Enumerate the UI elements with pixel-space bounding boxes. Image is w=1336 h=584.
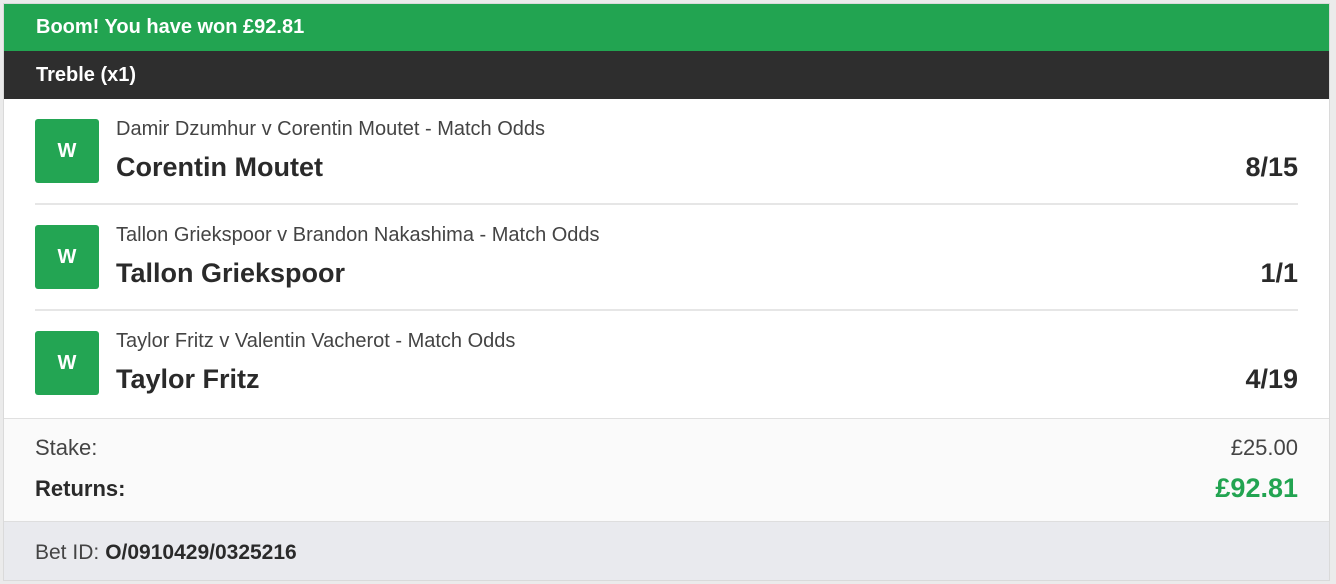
leg-market: Damir Dzumhur v Corentin Moutet - Match … [116, 118, 546, 140]
leg-odds: 8/15 [1245, 152, 1298, 182]
leg-odds: 1/1 [1260, 258, 1298, 288]
leg-market: Tallon Griekspoor v Brandon Nakashima - … [116, 224, 600, 246]
bet-type-label: Treble (x1) [36, 63, 137, 86]
win-result-badge: W [35, 119, 99, 183]
win-banner-text: Boom! You have won £92.81 [36, 16, 305, 38]
leg-odds: 4/19 [1245, 364, 1298, 394]
stake-label: Stake: [35, 435, 98, 460]
bet-totals: Stake: £25.00 Returns: £92.81 [4, 418, 1329, 521]
win-result-badge: W [35, 331, 99, 395]
leg-selection: Tallon Griekspoor [116, 258, 346, 288]
bet-id-footer: Bet ID: O/0910429/0325216 [4, 521, 1329, 580]
stake-value: £25.00 [1230, 435, 1298, 460]
win-banner: Boom! You have won £92.81 [4, 4, 1329, 51]
leg-selection: Corentin Moutet [116, 152, 323, 182]
legs-list: W Damir Dzumhur v Corentin Moutet - Matc… [4, 99, 1329, 418]
returns-value: £92.81 [1215, 473, 1298, 503]
returns-label: Returns: [35, 475, 126, 501]
win-result-badge: W [35, 225, 99, 289]
bet-receipt-card: Boom! You have won £92.81 Treble (x1) W … [3, 3, 1330, 581]
leg-row: W Damir Dzumhur v Corentin Moutet - Matc… [35, 99, 1298, 205]
leg-market: Taylor Fritz v Valentin Vacherot - Match… [116, 330, 516, 352]
bet-id-label: Bet ID: [35, 540, 100, 564]
returns-row: Returns: £92.81 [35, 473, 1298, 504]
bet-id-value: O/0910429/0325216 [105, 540, 297, 564]
leg-selection: Taylor Fritz [116, 364, 260, 394]
leg-row: W Taylor Fritz v Valentin Vacherot - Mat… [35, 311, 1298, 418]
leg-row: W Tallon Griekspoor v Brandon Nakashima … [35, 205, 1298, 311]
stake-row: Stake: £25.00 [35, 435, 1298, 461]
bet-type-header: Treble (x1) [4, 51, 1329, 99]
